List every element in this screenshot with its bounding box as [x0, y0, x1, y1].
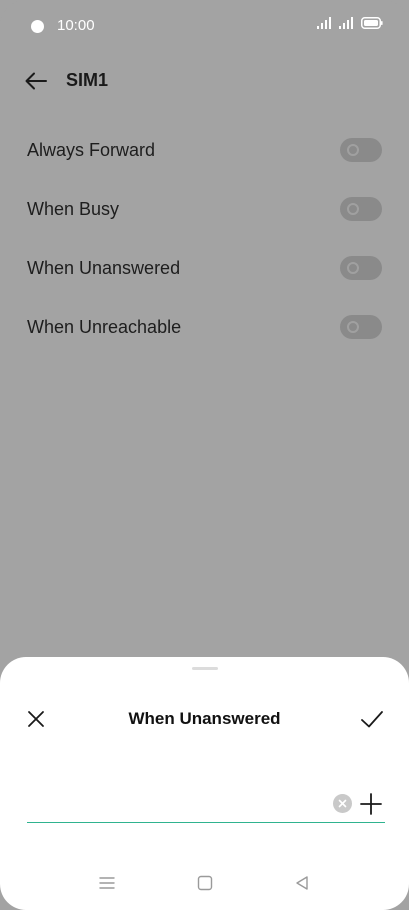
- setting-label: When Busy: [27, 199, 120, 219]
- setting-label: When Unanswered: [27, 258, 181, 278]
- page-title: SIM1: [66, 70, 109, 90]
- confirm-button[interactable]: [359, 707, 385, 731]
- plus-icon: [360, 793, 382, 815]
- setting-row-always-forward[interactable]: Always Forward: [0, 121, 409, 180]
- toggle-switch[interactable]: [340, 256, 382, 280]
- back-button[interactable]: [22, 68, 50, 94]
- nav-menu-button[interactable]: [97, 873, 117, 893]
- input-underline: [27, 822, 385, 823]
- toggle-switch[interactable]: [340, 315, 382, 339]
- toggle-knob: [347, 144, 359, 156]
- status-bar: 10:00: [0, 0, 409, 50]
- setting-label: Always Forward: [27, 140, 156, 160]
- bottom-sheet: When Unanswered: [0, 657, 409, 910]
- navigation-bar: [0, 855, 409, 910]
- back-icon: [296, 876, 308, 890]
- screen: 10:00 SIM1 Always Forward When Busy When…: [0, 0, 409, 910]
- setting-row-when-unreachable[interactable]: When Unreachable: [0, 298, 409, 357]
- signal-icon: [317, 17, 331, 29]
- status-time: 10:00: [57, 17, 95, 34]
- clear-icon: [338, 799, 347, 808]
- nav-home-button[interactable]: [195, 873, 215, 893]
- home-icon: [197, 875, 213, 891]
- status-icons: [317, 17, 383, 29]
- header: SIM1: [0, 60, 409, 102]
- setting-label: When Unreachable: [27, 317, 182, 337]
- toggle-switch[interactable]: [340, 138, 382, 162]
- toggle-switch[interactable]: [340, 197, 382, 221]
- sheet-title: When Unanswered: [128, 709, 281, 728]
- nav-back-button[interactable]: [292, 873, 312, 893]
- setting-row-when-busy[interactable]: When Busy: [0, 180, 409, 239]
- signal-icon: [339, 17, 353, 29]
- toggle-knob: [347, 262, 359, 274]
- checkmark-icon: [361, 711, 383, 728]
- toggle-knob: [347, 203, 359, 215]
- clear-button[interactable]: [333, 794, 352, 813]
- forward-number-input[interactable]: [27, 787, 329, 821]
- add-contact-button[interactable]: [359, 792, 383, 816]
- drag-handle[interactable]: [192, 667, 218, 670]
- arrow-left-icon: [25, 72, 47, 90]
- setting-row-when-unanswered[interactable]: When Unanswered: [0, 239, 409, 298]
- menu-icon: [99, 877, 115, 889]
- settings-list: Always Forward When Busy When Unanswered…: [0, 121, 409, 357]
- toggle-knob: [347, 321, 359, 333]
- battery-icon: [361, 17, 383, 29]
- notification-dot-icon: [31, 20, 44, 33]
